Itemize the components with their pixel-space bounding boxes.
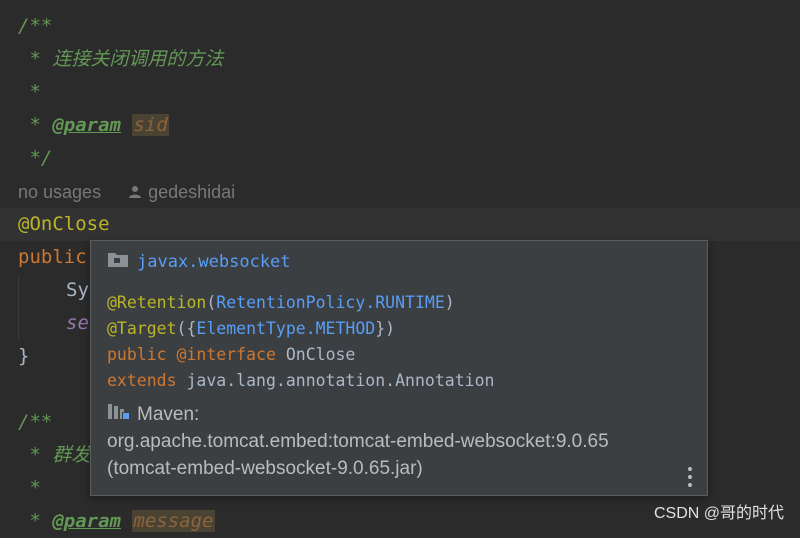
- target-annotation: @Target({ElementType.METHOD}): [107, 319, 396, 338]
- declaration-line: public @interface OnClose: [107, 345, 356, 364]
- annotation-onclose[interactable]: @OnClose: [18, 208, 110, 241]
- closing-brace[interactable]: }: [18, 340, 29, 373]
- method-body-line[interactable]: Sy: [66, 274, 89, 307]
- indent-guide: [18, 275, 19, 341]
- method-body-line[interactable]: se: [66, 307, 89, 340]
- maven-artifact: org.apache.tomcat.embed:tomcat-embed-web…: [107, 431, 609, 452]
- person-icon: [128, 179, 142, 207]
- retention-policy-link[interactable]: RetentionPolicy.RUNTIME: [216, 293, 444, 312]
- usages-hint[interactable]: no usages: [18, 182, 101, 202]
- param-name[interactable]: message: [132, 510, 215, 532]
- extends-line: extends java.lang.annotation.Annotation: [107, 371, 495, 390]
- doc-comment-star: *: [29, 81, 41, 103]
- doc-comment-param: * @param sid: [29, 114, 169, 136]
- maven-row: Maven:: [107, 402, 199, 428]
- package-link[interactable]: javax.websocket: [137, 249, 291, 275]
- param-name[interactable]: sid: [132, 114, 169, 136]
- package-row[interactable]: javax.websocket: [107, 249, 291, 275]
- package-folder-icon: [107, 249, 129, 275]
- param-tag[interactable]: @param: [52, 114, 121, 136]
- quick-documentation-popup[interactable]: javax.websocket @Retention(RetentionPoli…: [90, 240, 708, 496]
- maven-label: Maven:: [137, 404, 200, 425]
- doc-comment-description: * 连接关闭调用的方法: [29, 48, 224, 70]
- maven-jar: (tomcat-embed-websocket-9.0.65.jar): [107, 458, 423, 479]
- doc-comment-open: /**: [18, 15, 53, 37]
- retention-annotation: @Retention(RetentionPolicy.RUNTIME): [107, 293, 455, 312]
- doc-comment-description: * 群发: [18, 444, 91, 466]
- author-hint[interactable]: gedeshidai: [148, 182, 235, 202]
- method-modifier[interactable]: public: [18, 241, 87, 274]
- inlay-hint-usages[interactable]: no usages gedeshidai: [18, 178, 235, 206]
- maven-library-icon: [107, 401, 131, 429]
- doc-comment-close: */: [29, 147, 53, 169]
- more-vertical-icon[interactable]: [687, 467, 693, 487]
- param-tag[interactable]: @param: [52, 510, 121, 532]
- doc-comment-param: * @param message: [18, 510, 215, 532]
- doc-comment-star: *: [18, 477, 41, 499]
- watermark: CSDN @哥的时代: [653, 505, 784, 522]
- current-line-highlight: [0, 208, 800, 241]
- doc-comment-open: /**: [18, 411, 53, 433]
- element-type-link[interactable]: ElementType.METHOD: [196, 319, 375, 338]
